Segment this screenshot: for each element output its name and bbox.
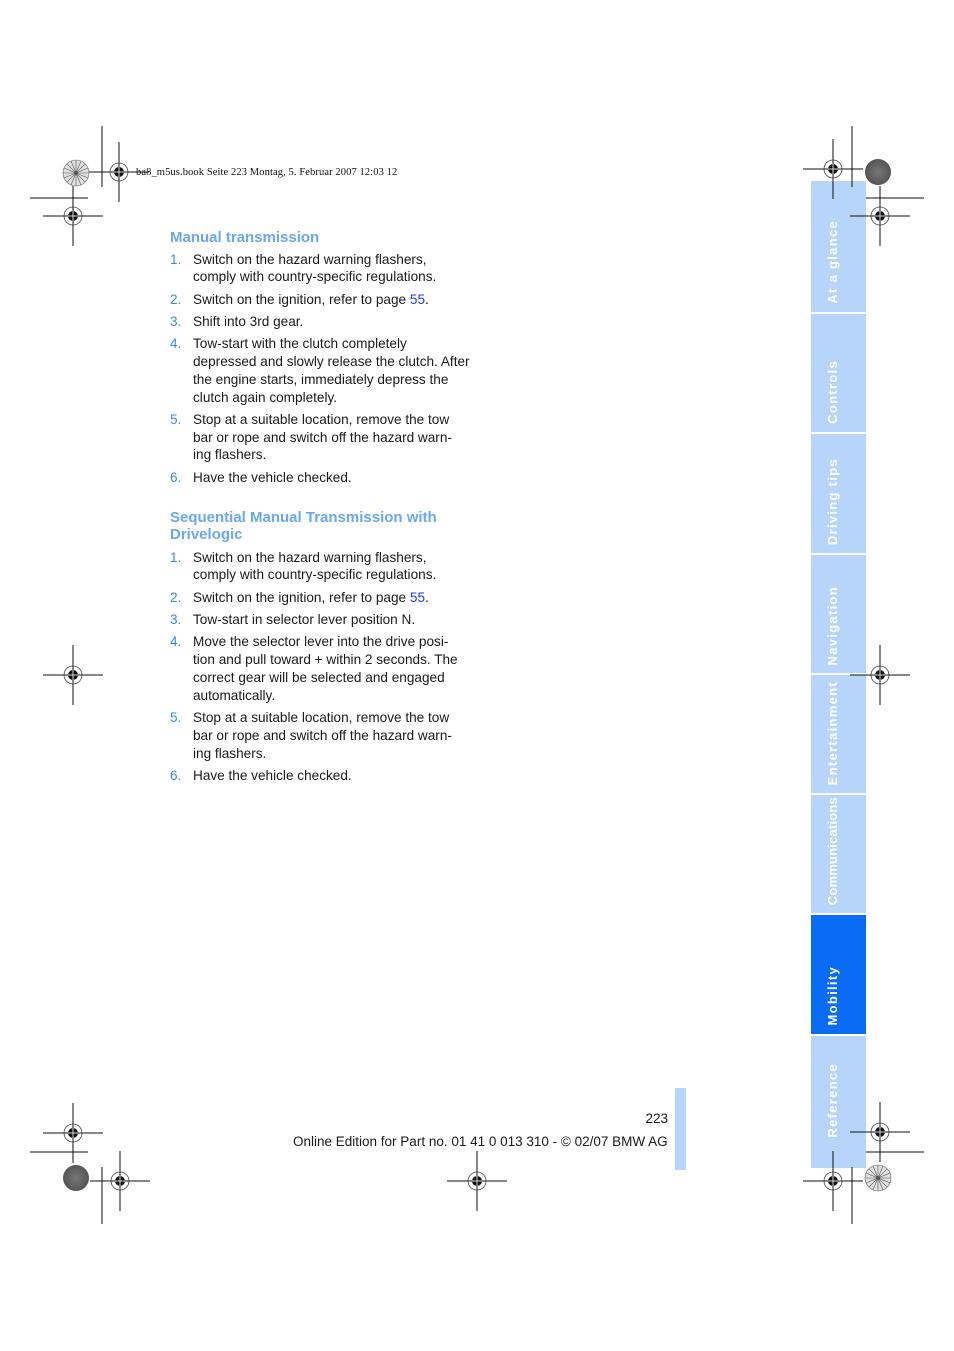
section-title-smg-drivelogic: Sequential Manual Transmission with Driv…	[170, 508, 437, 544]
list-item: 1. Switch on the hazard warning flashers,…	[170, 549, 470, 585]
steps-list-manual: 1. Switch on the hazard warning flashers,…	[170, 251, 470, 487]
step-number: 2.	[170, 589, 182, 605]
step-number: 4.	[170, 634, 182, 650]
tab-label: Communications	[825, 796, 840, 905]
step-number: 2.	[170, 291, 182, 307]
tab-entertainment[interactable]: Entertainment	[811, 675, 866, 793]
step-text: Have the vehicle checked.	[193, 469, 352, 485]
step-text: Shift into 3rd gear.	[193, 313, 304, 329]
tab-reference[interactable]: Reference	[811, 1036, 866, 1168]
registration-mark-icon	[42, 185, 104, 247]
gray-disc-icon	[865, 159, 891, 185]
tab-label: Driving tips	[825, 457, 840, 545]
list-item: 6. Have the vehicle checked.	[170, 767, 470, 785]
page-link[interactable]: 55	[410, 292, 425, 307]
registration-mark-icon	[446, 1150, 508, 1212]
step-text: Switch on the hazard warning flashers, c…	[193, 251, 437, 285]
step-number: 6.	[170, 767, 182, 783]
list-item: 4. Tow-start with the clutch completely d…	[170, 335, 470, 406]
step-text: Stop at a suitable location, remove the …	[193, 411, 452, 463]
list-item: 5. Stop at a suitable location, remove th…	[170, 411, 470, 464]
tab-label: At a glance	[825, 220, 840, 304]
list-item: 6. Have the vehicle checked.	[170, 469, 470, 487]
page-number: 223	[645, 1111, 668, 1126]
step-number: 1.	[170, 549, 182, 565]
main-content: Manual transmission 1. Switch on the haza…	[170, 229, 470, 789]
edition-note: Online Edition for Part no. 01 41 0 013 …	[293, 1134, 668, 1149]
chapter-tabs: At a glance Controls Driving tips Naviga…	[811, 181, 866, 1168]
print-header: ba8_m5us.book Seite 223 Montag, 5. Febru…	[136, 167, 398, 178]
tab-controls[interactable]: Controls	[811, 314, 866, 432]
list-item: 3. Shift into 3rd gear.	[170, 313, 470, 331]
step-text: Tow-start in selector lever position N.	[193, 611, 416, 627]
tab-label: Reference	[825, 1063, 840, 1138]
list-item: 2. Switch on the ignition, refer to page …	[170, 589, 470, 607]
tab-label: Navigation	[825, 585, 840, 665]
tab-navigation[interactable]: Navigation	[811, 555, 866, 673]
step-text: Tow-start with the clutch completely dep…	[193, 336, 470, 405]
step-text: Stop at a suitable location, remove the …	[193, 709, 452, 761]
step-text-end: .	[425, 589, 429, 605]
tab-driving-tips[interactable]: Driving tips	[811, 434, 866, 553]
step-number: 1.	[170, 251, 182, 267]
steps-list-smg: 1. Switch on the hazard warning flashers,…	[170, 549, 470, 785]
tab-mobility[interactable]: Mobility	[811, 915, 866, 1034]
tab-at-a-glance[interactable]: At a glance	[811, 181, 866, 312]
list-item: 2. Switch on the ignition, refer to page …	[170, 291, 470, 309]
tab-label: Entertainment	[825, 680, 840, 785]
section-title-manual-transmission: Manual transmission	[170, 229, 320, 246]
list-item: 5. Stop at a suitable location, remove th…	[170, 709, 470, 762]
step-text-end: .	[425, 291, 429, 307]
footer-tab-bar	[675, 1088, 686, 1170]
registration-mark-icon	[89, 1150, 151, 1212]
step-number: 3.	[170, 313, 182, 329]
step-number: 5.	[170, 709, 182, 725]
step-number: 5.	[170, 411, 182, 427]
step-text: Move the selector lever into the drive p…	[193, 634, 458, 703]
list-item: 1. Switch on the hazard warning flashers,…	[170, 251, 470, 287]
page-link[interactable]: 55	[410, 590, 425, 605]
color-star-icon	[864, 1164, 892, 1192]
step-text: Have the vehicle checked.	[193, 767, 352, 783]
step-text: Switch on the hazard warning flashers, c…	[193, 549, 437, 583]
step-number: 4.	[170, 336, 182, 352]
tab-label: Mobility	[825, 966, 840, 1026]
color-star-icon	[62, 159, 90, 187]
step-number: 3.	[170, 611, 182, 627]
tab-communications[interactable]: Communications	[811, 795, 866, 913]
tab-label: Controls	[825, 360, 840, 424]
list-item: 4. Move the selector lever into the drive…	[170, 633, 470, 704]
gray-disc-icon	[63, 1165, 89, 1191]
step-text: Switch on the ignition, refer to page	[193, 589, 410, 605]
registration-mark-icon	[42, 1102, 104, 1164]
step-number: 6.	[170, 469, 182, 485]
registration-mark-icon	[42, 644, 104, 706]
step-text: Switch on the ignition, refer to page	[193, 291, 410, 307]
list-item: 3. Tow-start in selector lever position N…	[170, 611, 470, 629]
